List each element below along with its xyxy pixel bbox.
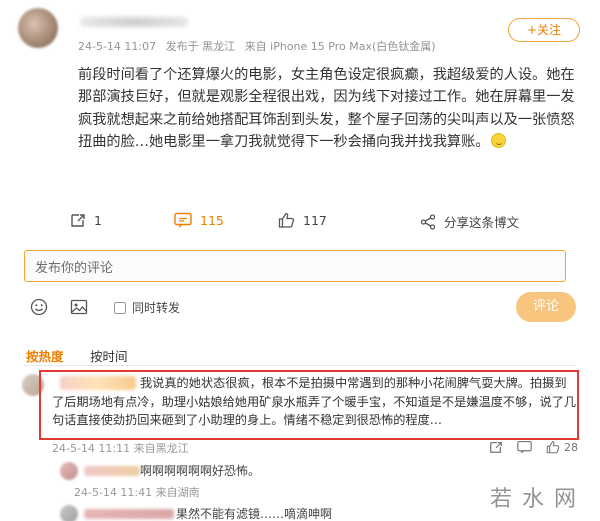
composer-toolbar: 同时转发 评论 (24, 292, 576, 322)
repost-icon (71, 214, 85, 227)
comment-action[interactable]: 115 (174, 212, 224, 228)
comment-input[interactable]: 发布你的评论 (24, 250, 566, 282)
comment-like-count: 28 (564, 440, 578, 454)
comment-meta: 24-5-14 11:11 来自黑龙江 (52, 442, 189, 455)
reply-avatar[interactable] (60, 505, 78, 521)
thumbs-up-icon (278, 212, 295, 228)
post-body: 前段时间看了个还算爆火的电影，女主角色设定很疯癫，我超级爱的人设。她在那部演技巨… (78, 64, 576, 154)
like-action[interactable]: 117 (278, 212, 327, 228)
post-meta: 24-5-14 11:07 发布于 黑龙江 来自 iPhone 15 Pro M… (78, 38, 442, 54)
reply-name-redacted[interactable] (84, 466, 140, 476)
thumbs-up-icon (546, 441, 560, 454)
repost-count: 1 (94, 212, 102, 228)
share-icon (420, 213, 436, 230)
comment-icon[interactable] (517, 440, 532, 454)
post-date[interactable]: 24-5-14 11:07 (78, 40, 156, 53)
highlight-frame (39, 370, 579, 440)
tab-sort-time[interactable]: 按时间 (90, 346, 128, 365)
post-card: 24-5-14 11:07 发布于 黑龙江 来自 iPhone 15 Pro M… (0, 0, 600, 330)
submit-comment-button[interactable]: 评论 (516, 292, 576, 322)
author-avatar[interactable] (18, 8, 58, 48)
share-label: 分享这条博文 (444, 215, 520, 230)
checkbox[interactable] (114, 301, 126, 314)
reply-meta: 24-5-14 11:41 来自湖南 (74, 486, 200, 499)
author-name-redacted[interactable] (80, 17, 188, 27)
divider (24, 365, 576, 366)
post-location: 发布于 黑龙江 (165, 40, 236, 53)
like-count: 117 (303, 212, 327, 228)
repost-icon[interactable] (489, 440, 503, 454)
follow-button[interactable]: +关注 (508, 18, 580, 42)
reply-text: 果然不能有滤镜……嘀滴呻啊 (176, 507, 333, 521)
repost-checkbox-label: 同时转发 (132, 301, 181, 315)
comment-like[interactable]: 28 (546, 440, 578, 454)
reply-text: 啊啊啊啊啊啊好恐怖。 (140, 464, 261, 478)
post-actions: 1 115 117 分享这条博文 (0, 212, 600, 234)
comment-icon (174, 212, 192, 228)
comment-count: 115 (200, 212, 224, 228)
site-watermark: 若水网 (489, 487, 586, 512)
reply-name-redacted[interactable] (84, 509, 174, 519)
emoji-icon[interactable] (30, 298, 48, 316)
reply-avatar[interactable] (60, 462, 78, 480)
smile-emoji-icon (491, 133, 507, 149)
repost-action[interactable]: 1 (70, 212, 102, 228)
comment-actions: 28 (489, 440, 578, 454)
post-device: 来自 iPhone 15 Pro Max(白色钛金属) (244, 40, 436, 53)
share-action[interactable]: 分享这条博文 (420, 212, 519, 231)
repost-checkbox[interactable]: 同时转发 (114, 299, 180, 316)
tab-sort-hot[interactable]: 按热度 (26, 346, 64, 365)
image-icon[interactable] (70, 298, 88, 316)
